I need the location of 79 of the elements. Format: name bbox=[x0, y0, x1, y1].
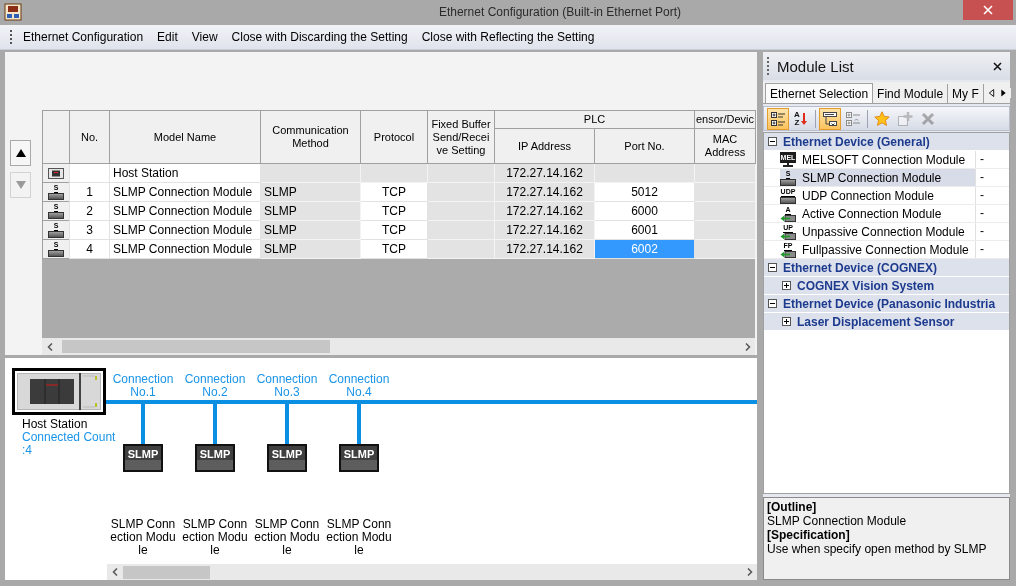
connection-label: Connection No.3 bbox=[255, 373, 319, 399]
description-text: Use when specify open method by SLMP bbox=[767, 542, 988, 556]
column-header: Fixed Buffer Send/Receive Setting bbox=[427, 110, 495, 164]
tree-item-value: - bbox=[975, 241, 1009, 258]
triangle-down-icon bbox=[14, 180, 27, 190]
column-header: Protocol bbox=[360, 110, 428, 164]
device-node[interactable]: SLMP bbox=[339, 444, 379, 472]
column-group-header: PLC bbox=[494, 110, 695, 129]
category-tree-icon bbox=[770, 110, 786, 127]
collapse-icon[interactable] bbox=[768, 263, 777, 272]
grip-handle-icon bbox=[10, 30, 12, 44]
column-header: No. bbox=[69, 110, 110, 164]
column-header: Communication Method bbox=[260, 110, 361, 164]
description-heading: [Specification] bbox=[767, 528, 851, 542]
device-node[interactable]: SLMP bbox=[123, 444, 163, 472]
menu-item[interactable]: Edit bbox=[150, 26, 185, 48]
menu-item[interactable]: Close with Discarding the Setting bbox=[224, 26, 415, 48]
delete-icon bbox=[920, 110, 936, 127]
scrollbar-thumb[interactable] bbox=[62, 340, 330, 353]
horizontal-scrollbar[interactable] bbox=[42, 338, 755, 355]
move-up-button[interactable] bbox=[10, 140, 31, 166]
scrollbar-thumb[interactable] bbox=[123, 565, 210, 579]
app-icon bbox=[4, 3, 22, 21]
tree-item-value: - bbox=[975, 151, 1009, 168]
tree-category[interactable]: Laser Displacement Sensor bbox=[764, 313, 1009, 331]
connected-count-label: Connected Count :4 bbox=[22, 431, 117, 457]
tree-group[interactable]: Ethernet Device (General) bbox=[764, 133, 1009, 151]
module-name-label: SLMP Connection Module bbox=[181, 518, 249, 557]
menu-item[interactable]: Close with Reflecting the Setting bbox=[414, 26, 602, 48]
horizontal-scrollbar[interactable] bbox=[107, 564, 757, 580]
row-header[interactable] bbox=[42, 164, 69, 183]
device-node[interactable]: SLMP bbox=[267, 444, 307, 472]
scroll-left-icon[interactable] bbox=[47, 342, 53, 351]
collapse-icon[interactable] bbox=[768, 137, 777, 146]
tree-item-value: - bbox=[975, 187, 1009, 204]
column-header: IP Address bbox=[494, 128, 595, 164]
host-station-label: Host Station bbox=[22, 418, 89, 431]
module-name-label: SLMP Connection Module bbox=[109, 518, 177, 557]
column-group-header: ensor/Devic bbox=[694, 110, 756, 129]
close-icon bbox=[983, 5, 993, 15]
triangle-up-icon bbox=[14, 148, 27, 158]
window-title: Ethernet Configuration (Built-in Ethernet Port) bbox=[437, 4, 683, 21]
collapse-icon[interactable] bbox=[768, 299, 777, 308]
star-icon bbox=[874, 110, 890, 127]
expand-tree-icon bbox=[822, 110, 838, 127]
connection-label: Connection No.4 bbox=[327, 373, 391, 399]
column-header: Model Name bbox=[109, 110, 261, 164]
panel-title: Module List bbox=[777, 57, 855, 75]
tree-group[interactable]: Ethernet Device (COGNEX) bbox=[764, 259, 1009, 277]
column-header: Port No. bbox=[594, 128, 695, 164]
connection-label: Connection No.2 bbox=[183, 373, 247, 399]
column-header: MAC Address bbox=[694, 128, 756, 164]
tree-category[interactable]: COGNEX Vision System bbox=[764, 277, 1009, 295]
category-view-button[interactable] bbox=[767, 107, 789, 130]
module-name-label: SLMP Connection Module bbox=[325, 518, 393, 557]
module-name-label: SLMP Connection Module bbox=[253, 518, 321, 557]
header-corner bbox=[42, 110, 69, 164]
tree-item-value: - bbox=[975, 223, 1009, 240]
tree-item-value: - bbox=[975, 169, 1009, 186]
scroll-left-icon[interactable] bbox=[112, 568, 118, 576]
add-icon bbox=[897, 110, 913, 127]
close-icon bbox=[992, 61, 1002, 71]
tree-group[interactable]: Ethernet Device (Panasonic Industria bbox=[764, 295, 1009, 313]
connection-label: Connection No.1 bbox=[111, 373, 175, 399]
description-text: SLMP Connection Module bbox=[767, 514, 908, 528]
menu-item[interactable]: Ethernet Configuration bbox=[16, 26, 151, 48]
host-station-icon bbox=[48, 167, 64, 179]
scroll-left-icon[interactable] bbox=[987, 87, 995, 98]
tab[interactable]: Ethernet Selection bbox=[765, 83, 874, 103]
tree-item-value: - bbox=[975, 205, 1009, 222]
device-node[interactable]: SLMP bbox=[195, 444, 235, 472]
grip-handle-icon bbox=[767, 57, 769, 75]
expand-icon[interactable] bbox=[782, 317, 791, 326]
menu-item[interactable]: View bbox=[184, 26, 225, 48]
scroll-right-icon[interactable] bbox=[999, 87, 1007, 98]
description-heading: [Outline] bbox=[767, 500, 818, 514]
expand-all-button[interactable] bbox=[819, 107, 841, 130]
collapse-tree-icon bbox=[845, 110, 861, 127]
expand-icon[interactable] bbox=[782, 281, 791, 290]
